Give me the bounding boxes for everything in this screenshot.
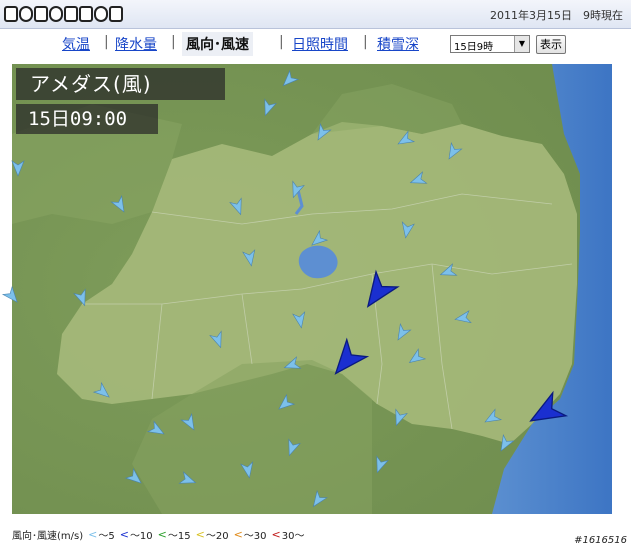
legend-item: < 〜10 [119,528,153,542]
arrow-icon: < [271,528,281,541]
arrow-icon: < [157,528,167,541]
map-time-label: 15日09:00 [16,104,158,134]
time-select-value: 15日9時 [454,42,494,53]
current-datetime: 2011年3月15日 9時現在 [490,9,623,22]
tab-precipitation[interactable]: 降水量 [115,34,157,54]
legend-label: 風向･風速(m/s) [12,531,84,542]
time-select[interactable]: 15日9時 ▼ [450,35,530,53]
map-title: アメダス(風) [16,68,225,100]
legend: 風向･風速(m/s) < 〜5 < 〜10 < 〜15 < 〜20 < 〜30 <30〜 [12,527,304,542]
legend-item: < 〜5 [88,528,115,542]
tab-snow-depth[interactable]: 積雪深 [377,34,419,54]
arrow-icon: < [119,528,129,541]
image-id: #1616516 [574,535,627,546]
chevron-down-icon: ▼ [514,36,529,52]
show-button[interactable]: 表示 [536,35,566,54]
tab-separator: | [104,34,109,50]
legend-item: <30〜 [271,528,305,542]
tab-wind[interactable]: 風向･風速 [182,32,253,56]
tab-separator: | [363,34,368,50]
arrow-icon: < [88,528,98,541]
legend-item: < 〜20 [195,528,229,542]
tab-separator: | [279,34,284,50]
tab-separator: | [171,34,176,50]
legend-item: < 〜15 [157,528,191,542]
tab-sunshine[interactable]: 日照時間 [292,34,348,54]
top-bar: 2011年3月15日 9時現在 [0,0,631,29]
legend-item: < 〜30 [233,528,267,542]
site-logo[interactable] [4,4,123,24]
arrow-icon: < [233,528,243,541]
tab-temperature[interactable]: 気温 [62,34,90,54]
arrow-icon: < [195,528,205,541]
